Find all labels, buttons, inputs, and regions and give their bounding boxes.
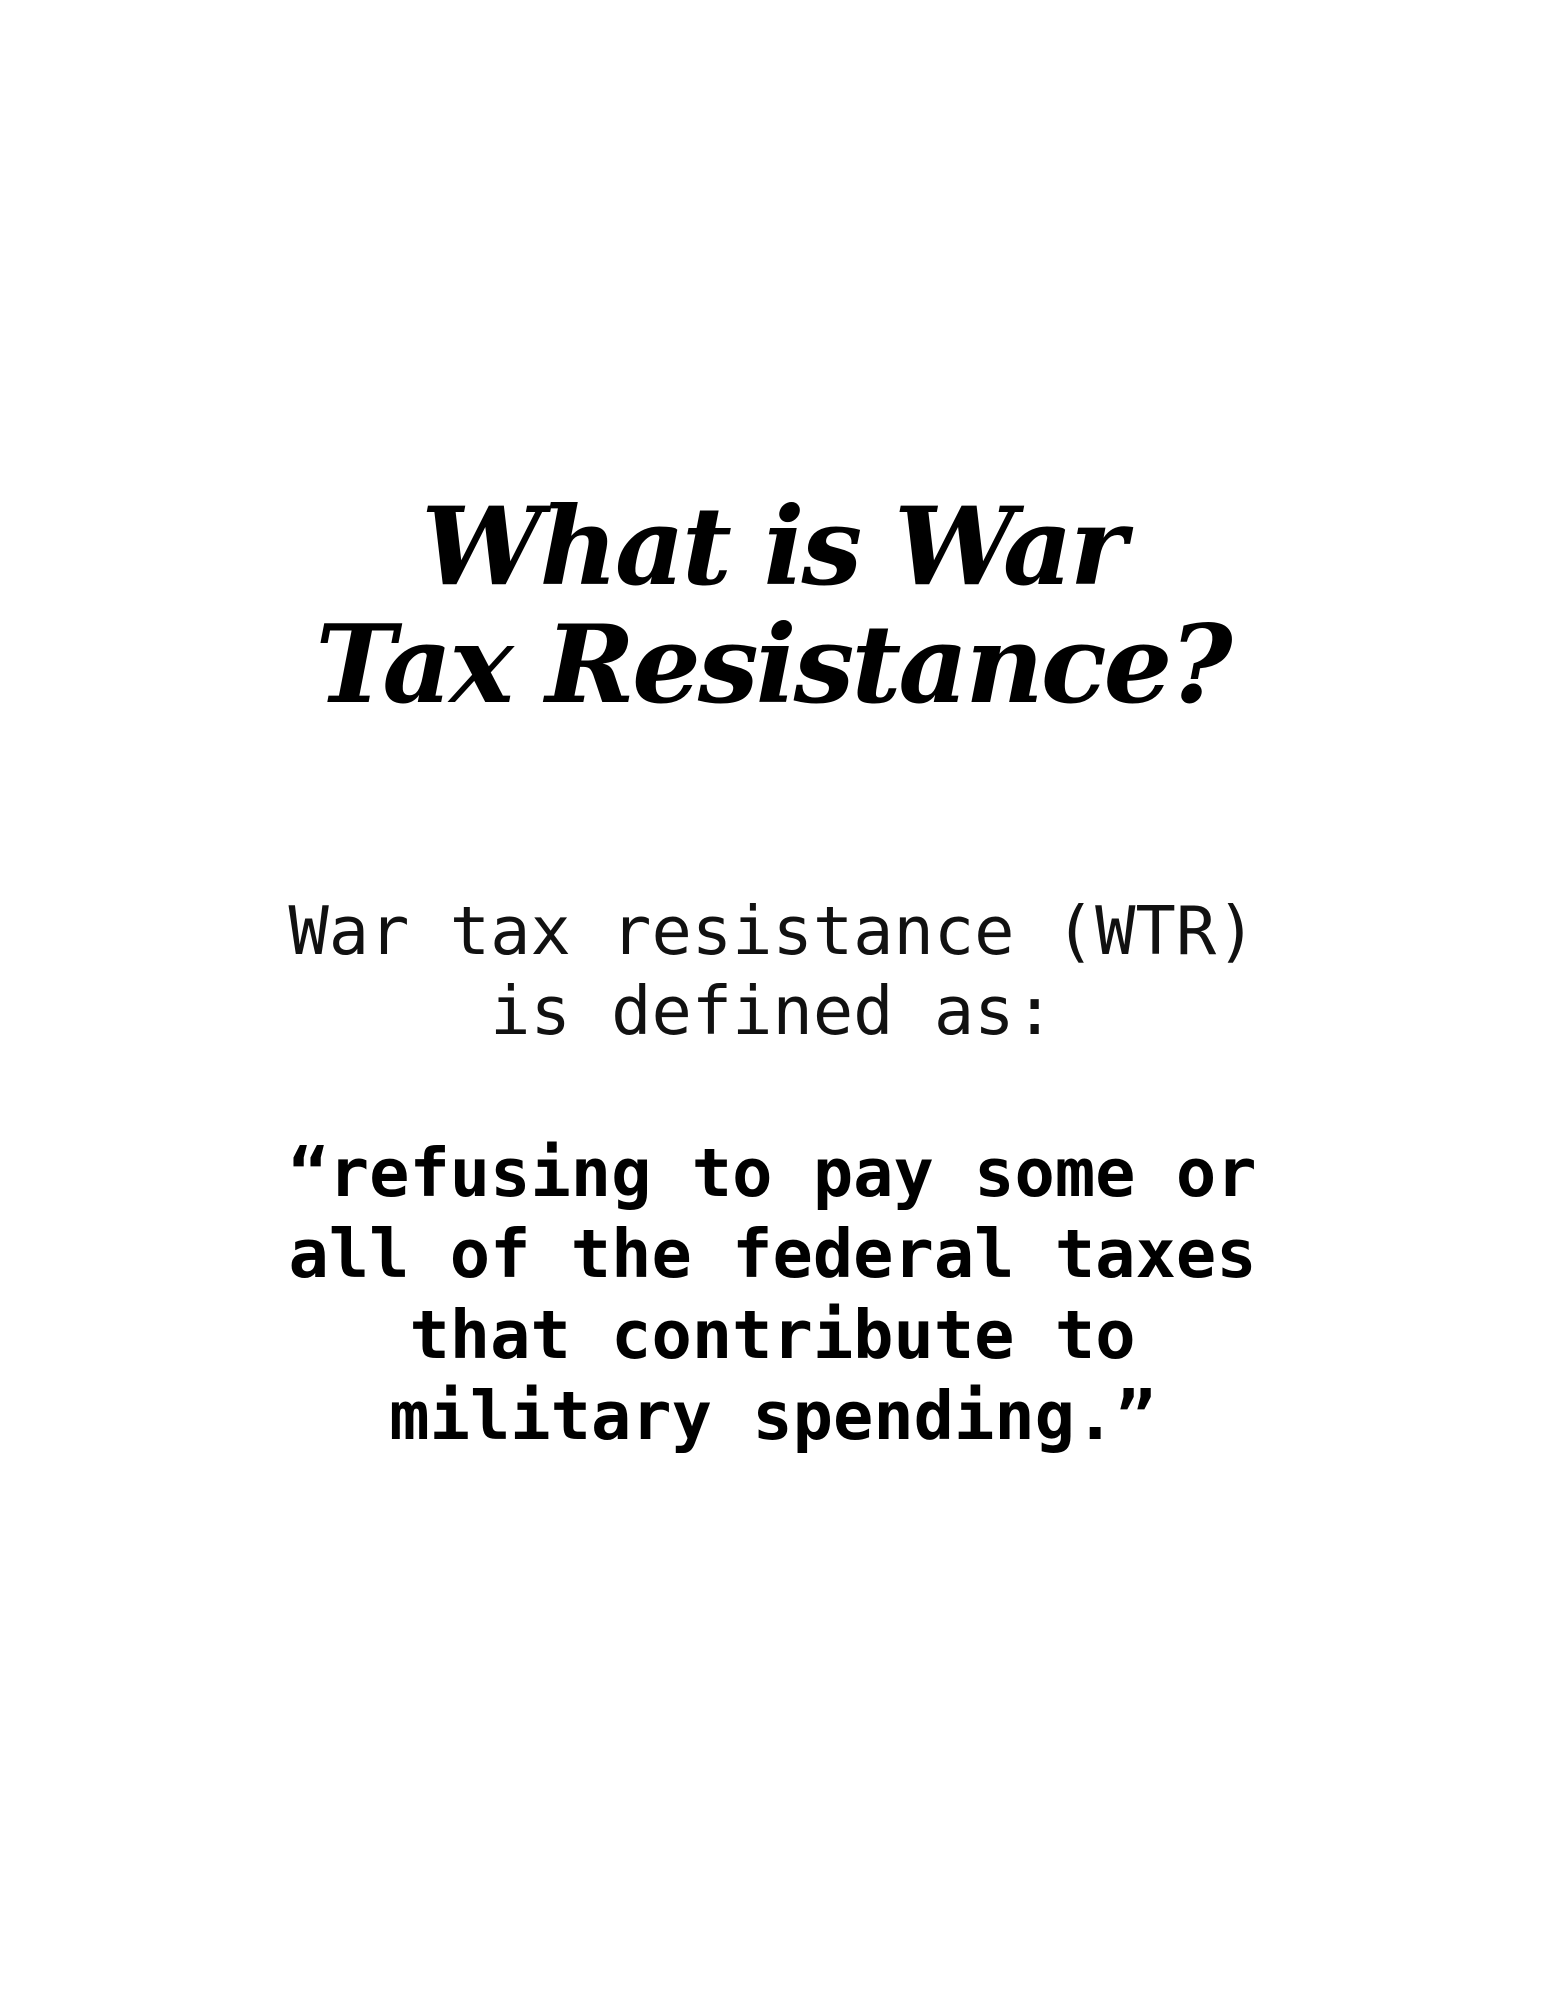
intro-text-line-1: War tax resistance (WTR) bbox=[288, 892, 1257, 970]
page-title-line-1: What is War bbox=[421, 484, 1127, 610]
definition-quote-line-2: all of the federal taxes bbox=[288, 1215, 1257, 1293]
intro-text-line-2: is defined as: bbox=[490, 972, 1055, 1050]
document-page: What is War Tax Resistance? War tax resi… bbox=[0, 0, 1545, 2000]
definition-quote-line-3: that contribute to bbox=[409, 1296, 1136, 1374]
page-title-line-2: Tax Resistance? bbox=[315, 602, 1232, 728]
definition-quote-line-1: “refusing to pay some or bbox=[288, 1134, 1257, 1212]
definition-quote-line-4: military spending.” bbox=[389, 1377, 1156, 1455]
